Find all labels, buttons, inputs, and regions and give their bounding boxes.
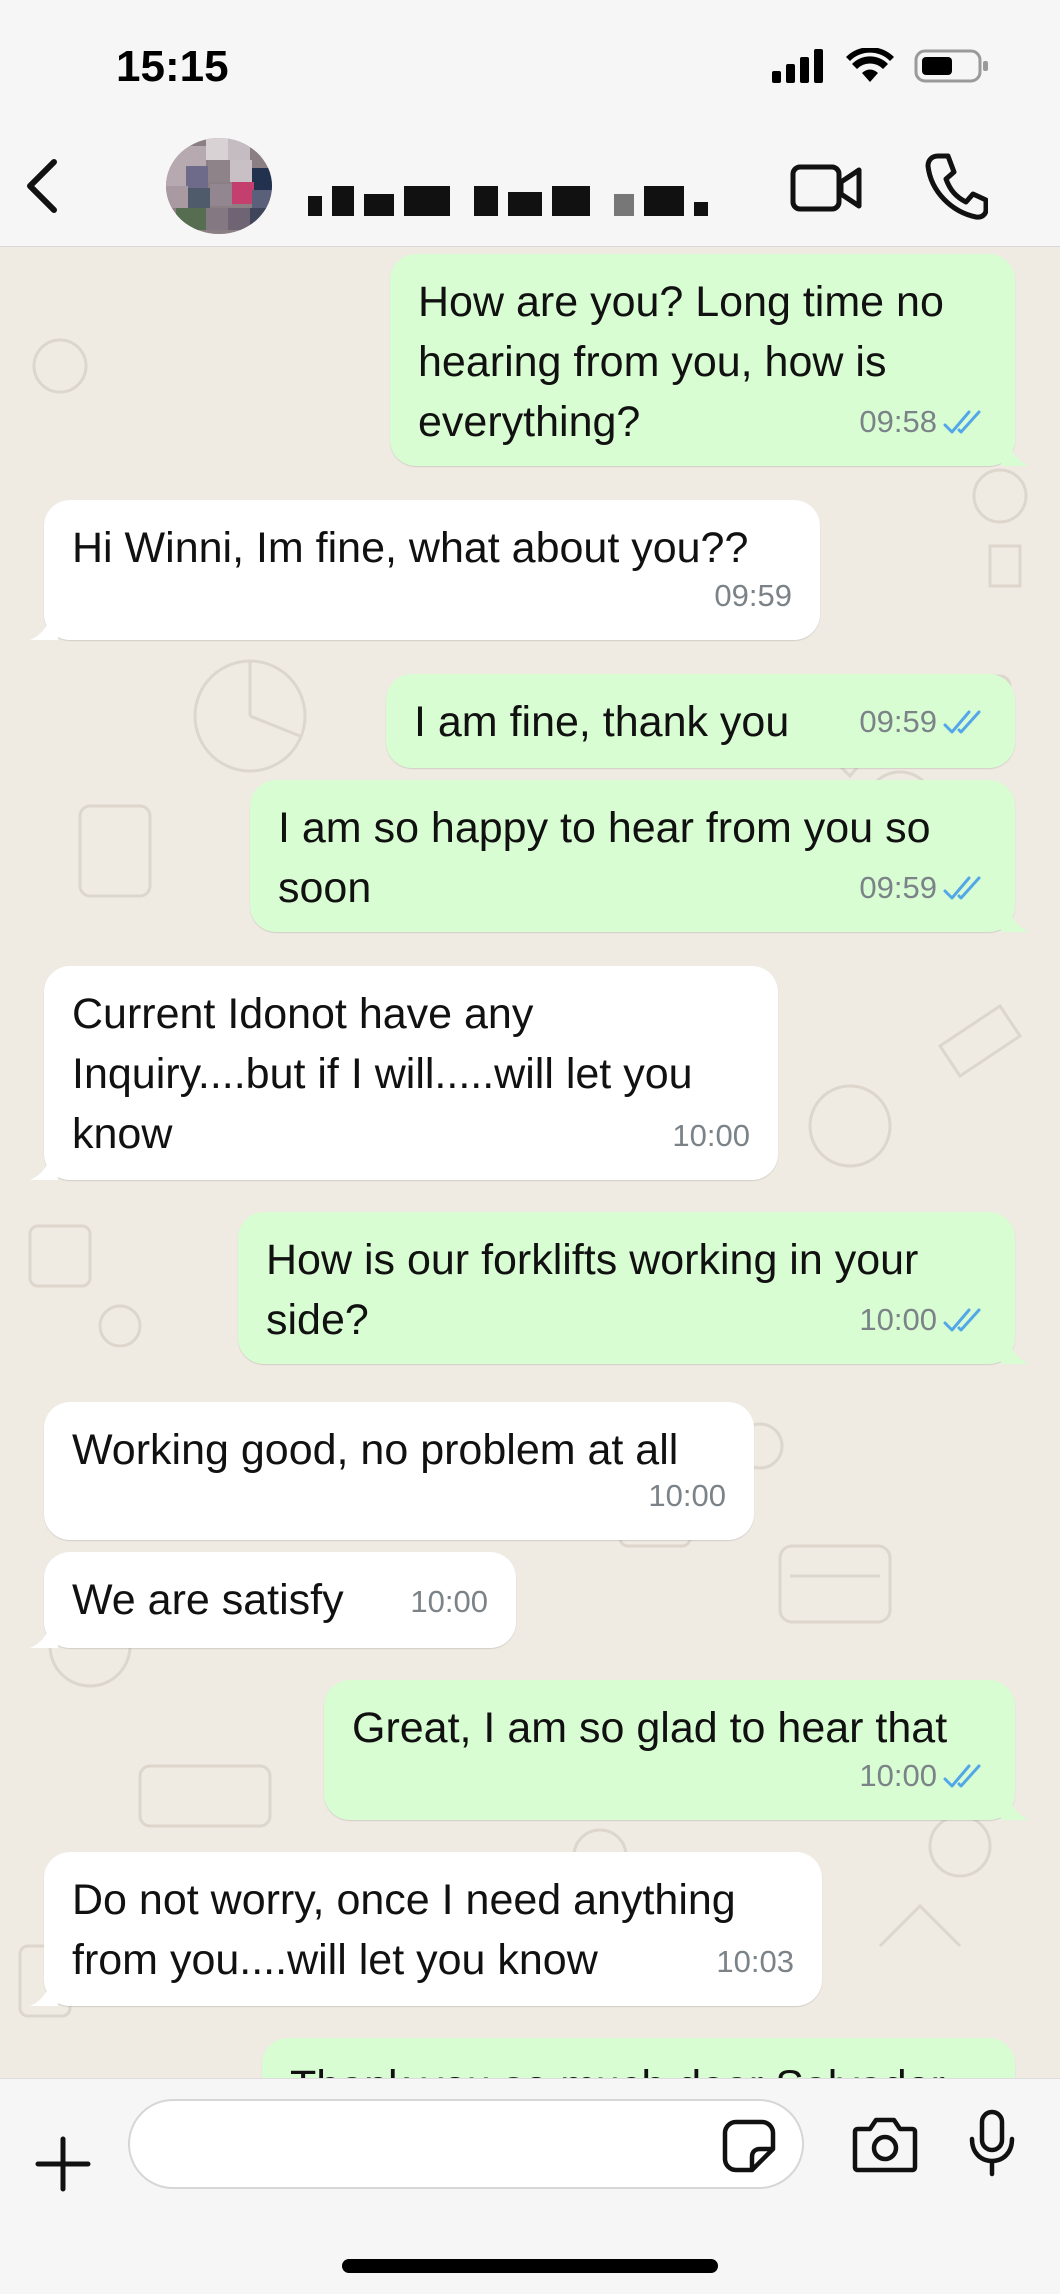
bubble-tail bbox=[1001, 436, 1029, 466]
message-meta: 10:03 bbox=[716, 1932, 794, 1992]
double-check-icon bbox=[943, 1308, 981, 1332]
message-bubble-outgoing[interactable]: Thank you so much dear Salvador bbox=[262, 2038, 1015, 2078]
message-time: 09:59 bbox=[714, 578, 792, 613]
message-meta: 10:00 bbox=[410, 1572, 488, 1632]
video-camera-icon bbox=[790, 164, 862, 212]
sticker-button[interactable] bbox=[722, 2119, 776, 2173]
bubble-tail bbox=[1001, 902, 1029, 932]
message-bubble-outgoing[interactable]: I am so happy to hear from you so soon 0… bbox=[250, 780, 1029, 932]
chevron-left-icon bbox=[27, 159, 57, 213]
message-bubble-outgoing[interactable]: Great, I am so glad to hear that 10:00 bbox=[324, 1680, 1029, 1820]
message-text: Hi Winni, Im fine, what about you?? bbox=[72, 524, 749, 572]
message-meta: 10:00 bbox=[648, 1466, 726, 1526]
sticker-icon bbox=[722, 2119, 776, 2173]
battery-icon bbox=[914, 49, 988, 83]
bubble-tail bbox=[1001, 1790, 1029, 1820]
double-check-icon bbox=[943, 410, 981, 434]
double-check-icon bbox=[943, 1764, 981, 1788]
message-bubble-incoming[interactable]: Hi Winni, Im fine, what about you?? 09:5… bbox=[30, 500, 820, 640]
phone-icon bbox=[925, 153, 989, 220]
message-time: 10:03 bbox=[716, 1944, 794, 1979]
message-time: 10:00 bbox=[648, 1478, 726, 1513]
attach-button[interactable] bbox=[34, 2135, 92, 2193]
voice-call-button[interactable] bbox=[924, 152, 989, 220]
message-input[interactable] bbox=[128, 2099, 804, 2189]
message-bubble-incoming[interactable]: Current Idonot have any Inquiry....but i… bbox=[30, 966, 778, 1180]
home-indicator[interactable] bbox=[342, 2259, 718, 2273]
status-icons bbox=[772, 48, 990, 84]
message-time: 10:00 bbox=[859, 1302, 937, 1337]
bubble-tail bbox=[30, 1150, 58, 1180]
message-bubble-outgoing[interactable]: I am fine, thank you 09:59 bbox=[386, 674, 1015, 768]
message-meta: 09:59 bbox=[859, 858, 987, 918]
video-call-button[interactable] bbox=[790, 160, 862, 216]
contact-avatar[interactable] bbox=[166, 138, 272, 234]
message-composer bbox=[0, 2078, 1060, 2294]
message-bubble-incoming[interactable]: Working good, no problem at all 10:00 bbox=[44, 1402, 754, 1540]
message-bubble-incoming[interactable]: We are satisfy 10:00 bbox=[30, 1552, 516, 1648]
message-text: Thank you so much dear Salvador bbox=[290, 2056, 987, 2078]
message-meta: 10:00 bbox=[859, 1746, 987, 1806]
message-time: 10:00 bbox=[672, 1118, 750, 1153]
message-bubble-outgoing[interactable]: How are you? Long time no hearing from y… bbox=[390, 254, 1029, 466]
message-meta: 09:58 bbox=[859, 392, 987, 452]
message-time: 09:59 bbox=[859, 870, 937, 905]
message-bubble-outgoing[interactable]: How is our forklifts working in your sid… bbox=[238, 1212, 1029, 1364]
contact-name-redacted[interactable] bbox=[308, 180, 708, 216]
back-button[interactable] bbox=[14, 150, 74, 220]
message-meta: 10:00 bbox=[859, 1290, 987, 1350]
message-meta: 09:59 bbox=[859, 692, 987, 752]
microphone-icon bbox=[969, 2109, 1015, 2177]
message-meta: 10:00 bbox=[672, 1106, 750, 1166]
bubble-tail bbox=[30, 610, 58, 640]
message-time: 10:00 bbox=[859, 1758, 937, 1793]
plus-icon bbox=[35, 2136, 91, 2192]
message-text: Working good, no problem at all bbox=[72, 1426, 679, 1474]
message-time: 09:58 bbox=[859, 404, 937, 439]
camera-button[interactable] bbox=[852, 2115, 918, 2173]
status-time: 15:15 bbox=[116, 42, 229, 91]
message-text: Do not worry, once I need anything from … bbox=[72, 1876, 736, 1984]
bubble-tail bbox=[30, 1976, 58, 2006]
bubble-tail bbox=[1001, 1334, 1029, 1364]
camera-icon bbox=[852, 2117, 918, 2173]
double-check-icon bbox=[943, 876, 981, 900]
message-text: Current Idonot have any Inquiry....but i… bbox=[72, 990, 693, 1158]
message-time: 10:00 bbox=[410, 1584, 488, 1619]
message-time: 09:59 bbox=[859, 704, 937, 739]
bubble-tail bbox=[30, 1618, 58, 1648]
message-meta: 09:59 bbox=[714, 566, 792, 626]
double-check-icon bbox=[943, 710, 981, 734]
signal-icon bbox=[772, 49, 823, 83]
message-bubble-incoming[interactable]: Do not worry, once I need anything from … bbox=[30, 1852, 822, 2006]
wifi-icon bbox=[846, 48, 894, 82]
chat-header: 15:15 bbox=[0, 0, 1060, 247]
message-list[interactable]: How are you? Long time no hearing from y… bbox=[0, 246, 1060, 2078]
voice-message-button[interactable] bbox=[968, 2109, 1016, 2177]
